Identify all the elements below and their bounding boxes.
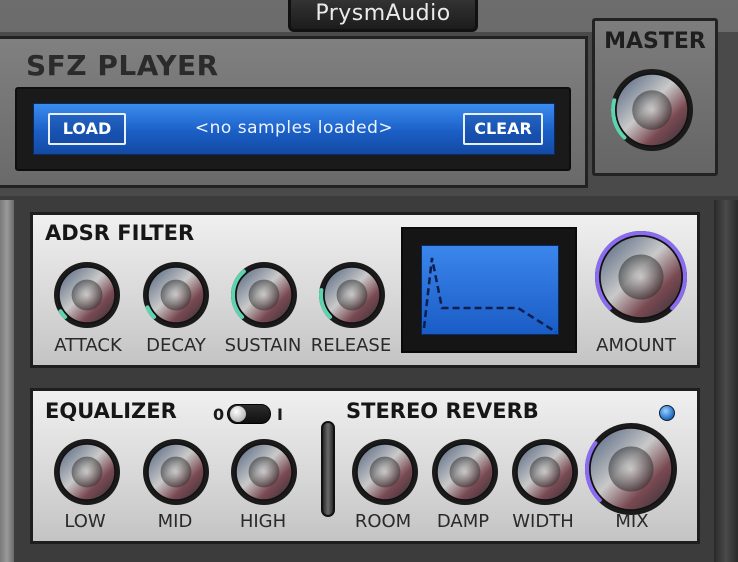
toggle-thumb	[230, 406, 246, 422]
brand-logo: PrysmAudio	[288, 0, 478, 32]
low-label: LOW	[64, 511, 106, 532]
eq-toggle-group: 0 I	[213, 403, 297, 427]
stereo-reverb-title: STEREO REVERB	[346, 399, 539, 423]
decay-knob[interactable]	[141, 260, 211, 330]
eq-bypass-toggle[interactable]	[227, 404, 271, 424]
room-knob-graphic	[352, 439, 418, 505]
high-knob[interactable]	[229, 437, 299, 507]
sfz-player-panel: SFZ PLAYER LOAD <no samples loaded> CLEA…	[0, 36, 588, 188]
section-divider	[321, 421, 335, 517]
eq-toggle-off-label: 0	[213, 405, 225, 424]
low-knob-graphic	[54, 439, 120, 505]
mix-knob[interactable]	[583, 421, 679, 517]
room-knob[interactable]	[350, 437, 420, 507]
amount-label: AMOUNT	[596, 335, 676, 356]
envelope-curve	[422, 257, 557, 334]
release-knob-graphic	[319, 262, 385, 328]
load-button[interactable]: LOAD	[48, 113, 126, 145]
mid-knob[interactable]	[141, 437, 211, 507]
decay-knob-graphic	[143, 262, 209, 328]
sustain-knob[interactable]	[229, 260, 299, 330]
amount-knob-graphic	[595, 230, 687, 323]
mix-label: MIX	[615, 511, 649, 532]
master-panel: MASTER	[592, 18, 718, 176]
attack-label: ATTACK	[54, 335, 122, 356]
sustain-label: SUSTAIN	[224, 335, 302, 356]
damp-knob[interactable]	[430, 437, 500, 507]
master-knob-graphic	[611, 69, 693, 151]
master-title: MASTER	[604, 29, 706, 54]
left-rail	[0, 200, 14, 562]
decay-label: DECAY	[146, 335, 206, 356]
mix-knob-graphic	[585, 423, 677, 515]
mid-label: MID	[157, 511, 193, 532]
adsr-filter-section: ADSR FILTER ATTACK DECAY SUSTAIN RELEASE…	[30, 212, 700, 368]
mid-knob-graphic	[143, 439, 209, 505]
sfz-player-title: SFZ PLAYER	[26, 49, 219, 82]
eq-reverb-section: EQUALIZER 0 I LOW MID HIGH STEREO REVERB…	[30, 388, 700, 544]
width-knob-graphic	[512, 439, 578, 505]
damp-knob-graphic	[432, 439, 498, 505]
release-label: RELEASE	[310, 335, 392, 356]
high-label: HIGH	[239, 511, 287, 532]
right-rail	[714, 200, 738, 562]
lcd-frame: LOAD <no samples loaded> CLEAR	[15, 87, 571, 171]
width-knob[interactable]	[510, 437, 580, 507]
equalizer-title: EQUALIZER	[45, 399, 177, 423]
envelope-display-frame	[401, 227, 577, 353]
release-knob[interactable]	[317, 260, 387, 330]
clear-button[interactable]: CLEAR	[463, 113, 543, 145]
low-knob[interactable]	[52, 437, 122, 507]
adsr-filter-title: ADSR FILTER	[45, 221, 195, 245]
sample-status-text: <no samples loaded>	[194, 118, 394, 138]
attack-knob[interactable]	[52, 260, 122, 330]
sustain-knob-graphic	[231, 262, 297, 328]
attack-knob-graphic	[54, 262, 120, 328]
amount-knob[interactable]	[593, 229, 689, 325]
sample-display: LOAD <no samples loaded> CLEAR	[33, 103, 555, 155]
envelope-display	[421, 245, 559, 335]
eq-toggle-on-label: I	[277, 405, 283, 424]
master-knob[interactable]	[609, 67, 695, 153]
high-knob-graphic	[231, 439, 297, 505]
reverb-led-indicator	[659, 405, 675, 421]
